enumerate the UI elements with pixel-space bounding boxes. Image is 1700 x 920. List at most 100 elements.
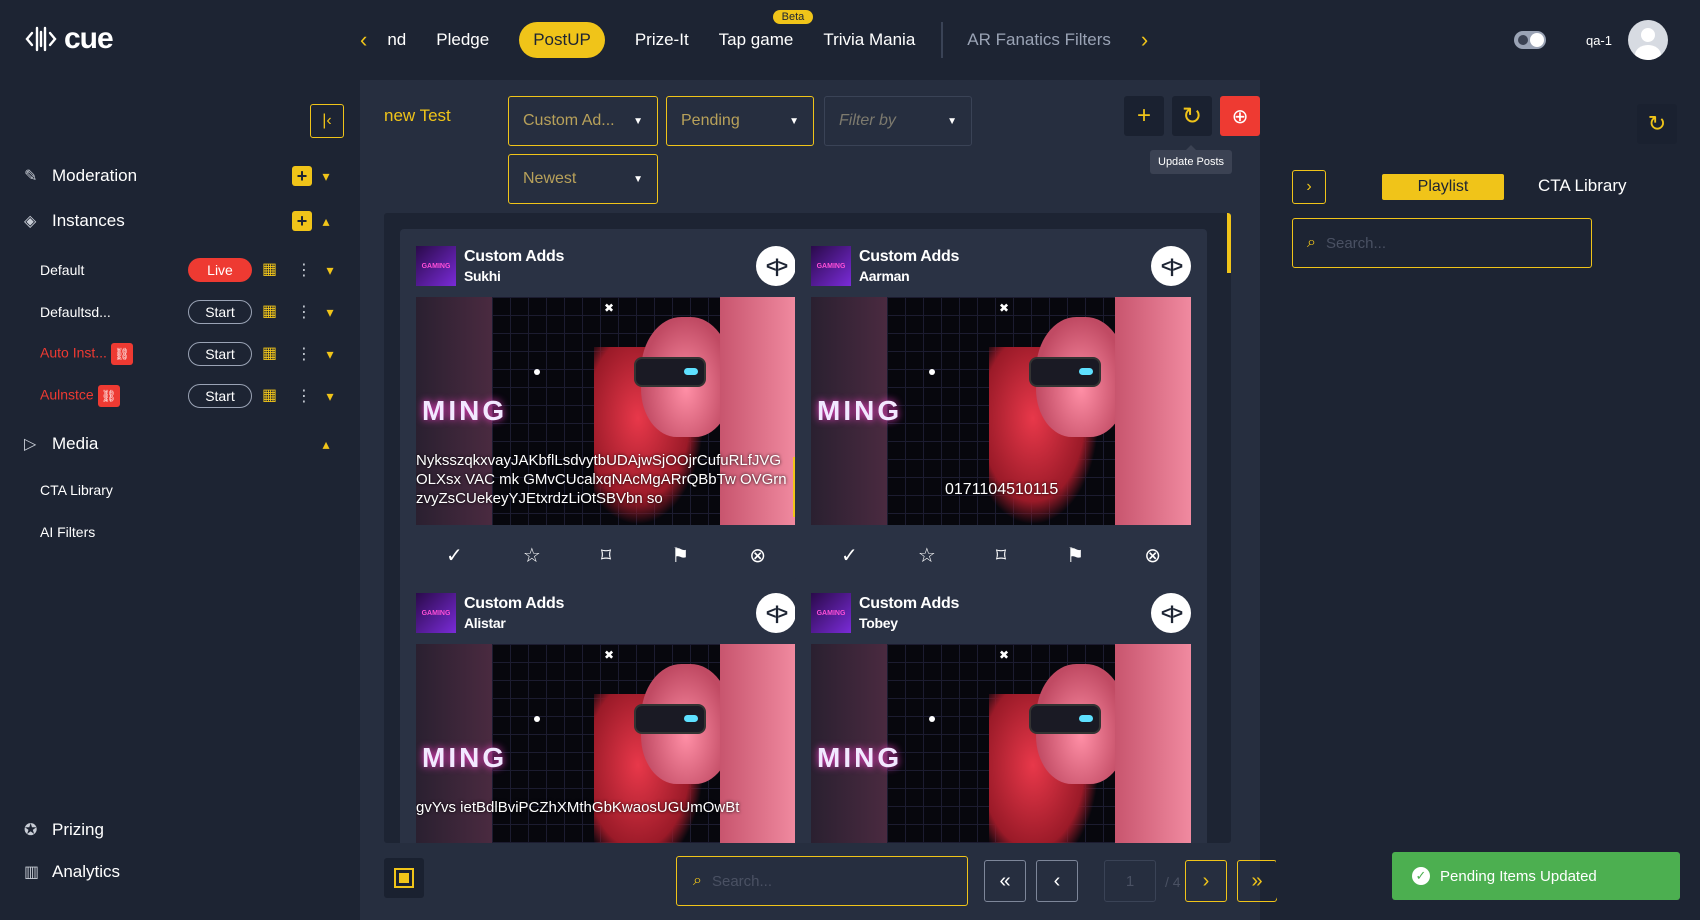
- type-filter-dropdown[interactable]: Custom Ad... ▼: [508, 96, 658, 146]
- first-page-button[interactable]: «: [984, 860, 1026, 902]
- update-posts-tooltip: Update Posts: [1150, 145, 1233, 174]
- qr-code-icon[interactable]: ▦: [262, 344, 282, 364]
- avatar[interactable]: [1628, 20, 1668, 60]
- tab-postup[interactable]: PostUP: [519, 22, 605, 58]
- tab-nd[interactable]: nd: [387, 22, 406, 58]
- chevron-down-icon[interactable]: ▾: [322, 346, 338, 363]
- tab-playlist[interactable]: Playlist: [1382, 174, 1504, 200]
- post-thumbnail: GAMING: [416, 593, 456, 633]
- filter-by-dropdown[interactable]: Filter by ▼: [824, 96, 972, 146]
- app-logo[interactable]: cue: [24, 22, 114, 56]
- thumbnail-brand: GAMING: [421, 262, 451, 270]
- tab-ar-fanatics-filters[interactable]: AR Fanatics Filters: [967, 22, 1111, 58]
- post-media[interactable]: MING ✖: [811, 644, 1191, 843]
- chevron-down-icon[interactable]: ▾: [318, 168, 334, 185]
- sidebar-item-media[interactable]: ▷ Media ▴: [24, 434, 334, 454]
- sidebar-item-analytics[interactable]: ▥ Analytics: [24, 862, 334, 882]
- more-options-icon[interactable]: ⋮: [296, 344, 312, 364]
- post-card[interactable]: GAMING Custom Adds Alistar <|> MING ✖ gv…: [400, 576, 812, 843]
- toast-message: Pending Items Updated: [1440, 867, 1597, 885]
- chevron-down-icon[interactable]: ▾: [322, 262, 338, 279]
- more-options-icon[interactable]: ⋮: [296, 386, 312, 406]
- approve-icon[interactable]: ✓: [841, 543, 858, 568]
- sidebar-item-instances[interactable]: ◈ Instances + ▴: [24, 211, 334, 231]
- sort-dropdown[interactable]: Newest ▼: [508, 154, 658, 204]
- instance-row[interactable]: Defaultsd... Start ▦ ⋮ ▾: [40, 298, 340, 326]
- post-media[interactable]: MING ✖ 0171104510115: [811, 297, 1191, 525]
- top-right-controls: qa-1: [1513, 20, 1668, 60]
- posts-feed[interactable]: GAMING Custom Adds Sukhi <|> MING ✖ Nyks…: [384, 213, 1231, 843]
- media-dot: [534, 369, 540, 375]
- add-instance-plus-icon[interactable]: +: [292, 211, 312, 231]
- success-toast[interactable]: ✓ Pending Items Updated: [1392, 852, 1680, 900]
- next-page-button[interactable]: ›: [1185, 860, 1227, 902]
- chevron-down-icon[interactable]: ▾: [322, 304, 338, 321]
- sidebar-item-moderation[interactable]: ✎ Moderation + ▾: [24, 166, 334, 186]
- post-card[interactable]: GAMING Custom Adds Tobey <|> MING ✖: [795, 576, 1207, 843]
- post-media[interactable]: MING ✖ gvYvs ietBdlBviPCZhXMthGbKwaosUGU…: [416, 644, 796, 843]
- post-media[interactable]: MING ✖ NyksszqkxvayJAKbflLsdvytbUDAjwSjO…: [416, 297, 796, 525]
- chevron-up-icon[interactable]: ▴: [318, 436, 334, 453]
- posts-search-input[interactable]: ⌕ Search...: [676, 856, 968, 906]
- chevron-up-icon[interactable]: ▴: [318, 213, 334, 230]
- instance-row[interactable]: Default Live ▦ ⋮ ▾: [40, 256, 340, 284]
- post-card[interactable]: GAMING Custom Adds Sukhi <|> MING ✖ Nyks…: [400, 229, 812, 591]
- cue-icon[interactable]: <|>: [1151, 246, 1191, 286]
- live-button[interactable]: Live: [188, 258, 252, 282]
- star-icon[interactable]: ☆: [918, 543, 936, 568]
- add-moderation-plus-icon[interactable]: +: [292, 166, 312, 186]
- update-posts-button[interactable]: ↻: [1172, 96, 1212, 136]
- start-button[interactable]: Start: [188, 384, 252, 408]
- cue-icon[interactable]: <|>: [756, 246, 796, 286]
- tab-trivia-mania[interactable]: Trivia Mania: [823, 22, 915, 58]
- sidebar-item-cta-library[interactable]: CTA Library: [40, 482, 113, 498]
- star-icon[interactable]: ☆: [523, 543, 541, 568]
- bookmark-icon[interactable]: ⌑: [996, 543, 1006, 568]
- start-button[interactable]: Start: [188, 300, 252, 324]
- instance-row[interactable]: Auto Inst... ⛓ Start ▦ ⋮ ▾: [40, 340, 340, 368]
- playlist-search-input[interactable]: ⌕ Search...: [1292, 218, 1592, 268]
- qr-code-icon[interactable]: ▦: [262, 302, 282, 322]
- approve-icon[interactable]: ✓: [446, 543, 463, 568]
- collapse-sidebar-button[interactable]: |‹: [310, 104, 344, 138]
- flag-icon[interactable]: ⚑: [671, 543, 689, 568]
- feed-scrollbar[interactable]: [1227, 213, 1231, 273]
- expand-panel-button[interactable]: ›: [1292, 170, 1326, 204]
- status-filter-dropdown[interactable]: Pending ▼: [666, 96, 814, 146]
- thumbnail-brand: GAMING: [816, 262, 846, 270]
- sidebar-item-ai-filters[interactable]: AI Filters: [40, 524, 95, 540]
- sidebar: |‹ ✎ Moderation + ▾ ◈ Instances + ▴ Defa…: [0, 80, 360, 920]
- last-page-button[interactable]: »: [1237, 860, 1277, 902]
- more-options-icon[interactable]: ⋮: [296, 302, 312, 322]
- post-card[interactable]: GAMING Custom Adds Aarman <|> MING ✖ 017…: [795, 229, 1207, 591]
- tab-prize-it[interactable]: Prize-It: [635, 22, 689, 58]
- reject-icon[interactable]: ⊗: [749, 543, 766, 568]
- cue-icon[interactable]: <|>: [756, 593, 796, 633]
- tab-pledge[interactable]: Pledge: [436, 22, 489, 58]
- bookmark-icon[interactable]: ⌑: [601, 543, 611, 568]
- theme-toggle[interactable]: [1513, 31, 1546, 49]
- cue-icon[interactable]: <|>: [1151, 593, 1191, 633]
- select-all-button[interactable]: [384, 858, 424, 898]
- refresh-panel-button[interactable]: ↻: [1637, 104, 1677, 144]
- start-button[interactable]: Start: [188, 342, 252, 366]
- tab-cta-library[interactable]: CTA Library: [1538, 176, 1627, 196]
- qr-code-icon[interactable]: ▦: [262, 386, 282, 406]
- globe-settings-button[interactable]: ⊕: [1220, 96, 1260, 136]
- more-options-icon[interactable]: ⋮: [296, 260, 312, 280]
- add-post-button[interactable]: +: [1124, 96, 1164, 136]
- refresh-icon: ↻: [1181, 102, 1203, 130]
- flag-icon[interactable]: ⚑: [1066, 543, 1084, 568]
- prev-page-button[interactable]: ‹: [1036, 860, 1078, 902]
- tab-tap-game[interactable]: Tap game Beta: [719, 10, 814, 58]
- reject-icon[interactable]: ⊗: [1144, 543, 1161, 568]
- sidebar-item-prizing[interactable]: ✪ Prizing: [24, 820, 334, 840]
- tabs-prev-chevron-icon[interactable]: ‹: [360, 27, 367, 53]
- chevron-down-icon[interactable]: ▾: [322, 388, 338, 405]
- cue-logo-icon: [25, 26, 57, 52]
- tabs-next-chevron-icon[interactable]: ›: [1141, 27, 1148, 53]
- page-number-input[interactable]: 1: [1104, 860, 1156, 902]
- instance-row[interactable]: Aulnstce ⛓ Start ▦ ⋮ ▾: [40, 382, 340, 410]
- media-close-mark: ✖: [604, 648, 615, 662]
- qr-code-icon[interactable]: ▦: [262, 260, 282, 280]
